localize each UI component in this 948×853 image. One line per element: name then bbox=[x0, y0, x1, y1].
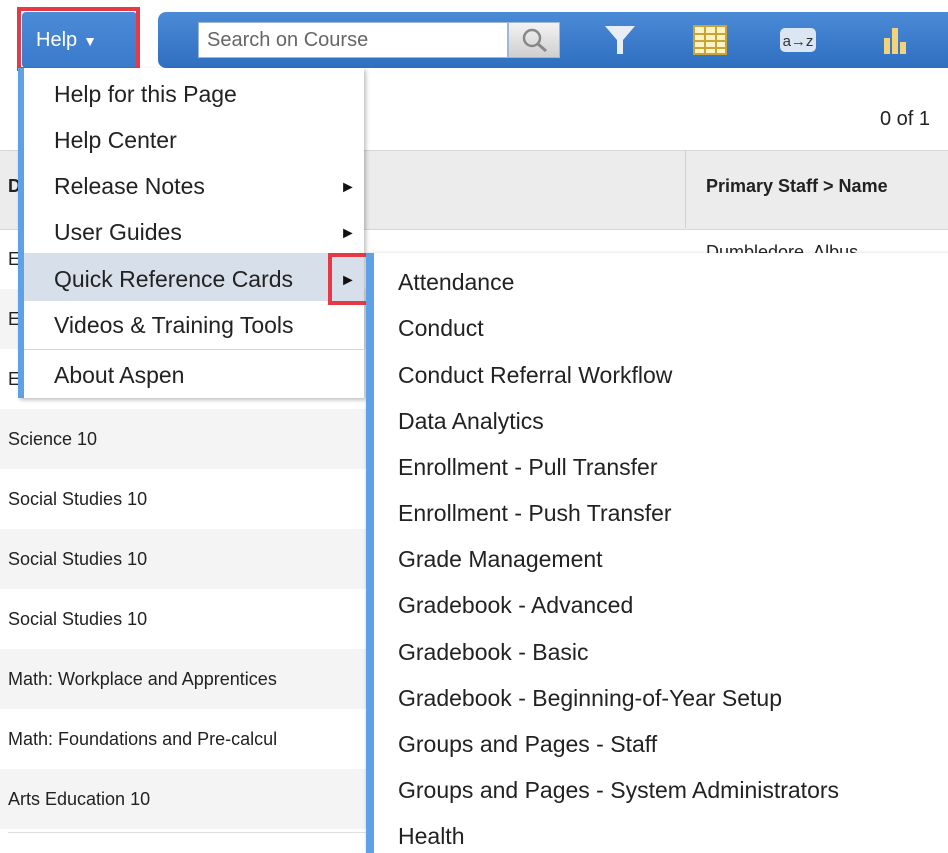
submenu-item-data-analytics[interactable]: Data Analytics bbox=[398, 408, 544, 435]
menu-separator bbox=[24, 349, 364, 350]
column-separator bbox=[685, 150, 686, 228]
menu-item-about-aspen[interactable]: About Aspen bbox=[54, 362, 184, 389]
submenu-item-groups-pages-staff[interactable]: Groups and Pages - Staff bbox=[398, 731, 657, 758]
menu-item-user-guides[interactable]: User Guides bbox=[54, 219, 182, 246]
help-button[interactable]: Help ▼ bbox=[22, 12, 137, 68]
menu-item-help-for-this-page[interactable]: Help for this Page bbox=[54, 81, 237, 108]
submenu-item-enrollment-pull-transfer[interactable]: Enrollment - Pull Transfer bbox=[398, 454, 657, 481]
record-count: 0 of 1 bbox=[880, 108, 931, 130]
search-input[interactable]: Search on Course bbox=[198, 22, 508, 58]
chevron-down-icon: ▼ bbox=[83, 33, 97, 49]
submenu-arrow-icon: ► bbox=[340, 179, 356, 196]
submenu-item-health[interactable]: Health bbox=[398, 823, 464, 850]
menu-item-release-notes[interactable]: Release Notes bbox=[54, 173, 205, 200]
table-cell: Social Studies 10 bbox=[8, 489, 148, 509]
menu-item-help-center[interactable]: Help Center bbox=[54, 127, 177, 154]
submenu-item-conduct[interactable]: Conduct bbox=[398, 315, 484, 342]
submenu-item-attendance[interactable]: Attendance bbox=[398, 269, 514, 296]
submenu-arrow-icon: ► bbox=[340, 225, 356, 242]
table-cell: Social Studies 10 bbox=[8, 549, 148, 569]
row-divider bbox=[8, 832, 368, 833]
chart-icon[interactable] bbox=[882, 24, 912, 56]
submenu-item-gradebook-advanced[interactable]: Gradebook - Advanced bbox=[398, 592, 633, 619]
search-icon bbox=[522, 28, 547, 53]
submenu-item-groups-pages-system-administrators[interactable]: Groups and Pages - System Administrators bbox=[398, 777, 839, 804]
submenu-item-gradebook-beginning-of-year-setup[interactable]: Gradebook - Beginning-of-Year Setup bbox=[398, 685, 782, 712]
sort-az-icon[interactable]: a→z bbox=[778, 24, 818, 56]
submenu-item-grade-management[interactable]: Grade Management bbox=[398, 546, 603, 573]
menu-item-videos-training-tools[interactable]: Videos & Training Tools bbox=[54, 312, 294, 339]
table-cell: Math: Foundations and Pre-calcul bbox=[8, 729, 278, 749]
table-cell: Arts Education 10 bbox=[8, 789, 151, 809]
column-header-primary-staff[interactable]: Primary Staff > Name bbox=[706, 176, 888, 197]
table-cell: Social Studies 10 bbox=[8, 609, 148, 629]
submenu-item-conduct-referral-workflow[interactable]: Conduct Referral Workflow bbox=[398, 362, 672, 389]
grid-icon[interactable] bbox=[692, 24, 728, 56]
svg-text:a→z: a→z bbox=[783, 33, 814, 50]
submenu-item-gradebook-basic[interactable]: Gradebook - Basic bbox=[398, 639, 588, 666]
table-cell: Math: Workplace and Apprentices bbox=[8, 669, 277, 689]
table-cell: Science 10 bbox=[8, 429, 98, 449]
submenu-item-enrollment-push-transfer[interactable]: Enrollment - Push Transfer bbox=[398, 500, 672, 527]
filter-icon[interactable] bbox=[603, 24, 637, 56]
menu-item-quick-reference-cards[interactable]: Quick Reference Cards bbox=[54, 266, 293, 293]
search-button[interactable] bbox=[508, 22, 560, 58]
help-button-label: Help bbox=[36, 29, 78, 51]
